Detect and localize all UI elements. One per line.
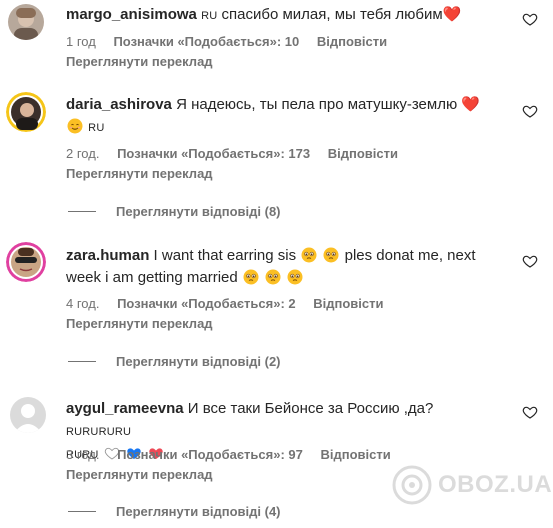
view-replies-label: Переглянути відповіді (8) (116, 204, 281, 219)
comment-meta: 3 год. Позначки «Подобається»: 97 Відпов… (66, 447, 405, 462)
watermark: OBOZ.UA (392, 465, 552, 505)
comment-meta: 4 год. Позначки «Подобається»: 2 Відпові… (66, 296, 398, 311)
timestamp: 1 год (66, 34, 96, 49)
oboz-logo-icon (392, 465, 432, 505)
language-tag: RU (88, 122, 105, 134)
crying-face-emoji (323, 247, 339, 263)
view-replies-button[interactable]: Переглянути відповіді (8) (68, 204, 281, 219)
replies-divider (68, 511, 96, 512)
see-translation-link[interactable]: Переглянути переклад (66, 316, 213, 331)
likes-count[interactable]: Позначки «Подобається»: 10 (113, 34, 299, 49)
comment-message: спасибо милая, мы тебя любим (221, 6, 443, 23)
language-tag: RU (201, 10, 218, 22)
see-translation-link[interactable]: Переглянути переклад (66, 54, 213, 69)
replies-divider (68, 211, 96, 212)
comment-message-line2: week i am getting married (66, 269, 238, 286)
crying-face-emoji (287, 269, 303, 285)
replies-divider (68, 361, 96, 362)
crying-face-emoji (265, 269, 281, 285)
view-replies-label: Переглянути відповіді (4) (116, 504, 281, 519)
view-replies-button[interactable]: Переглянути відповіді (4) (68, 504, 281, 519)
see-translation-link[interactable]: Переглянути переклад (66, 467, 213, 482)
view-replies-label: Переглянути відповіді (2) (116, 354, 281, 369)
reply-button[interactable]: Відповісти (317, 34, 387, 49)
comment-message: I want that earring sis (153, 247, 297, 264)
comment-message: Я надеюсь, ты пела про матушку-землю (176, 96, 458, 113)
username[interactable]: margo_anisimowa (66, 6, 197, 23)
language-tag: RURURURU (66, 426, 132, 438)
comment-message: И все таки Бейонсе за Россию ,да? (187, 400, 434, 417)
username[interactable]: zara.human (66, 247, 149, 264)
smiling-face-emoji (67, 118, 83, 134)
reply-button[interactable]: Відповісти (320, 447, 390, 462)
username[interactable]: daria_ashirova (66, 96, 172, 113)
comment-meta: 2 год. Позначки «Подобається»: 173 Відпо… (66, 146, 412, 161)
likes-count[interactable]: Позначки «Подобається»: 2 (117, 296, 296, 311)
reply-button[interactable]: Відповісти (313, 296, 383, 311)
reply-button[interactable]: Відповісти (328, 146, 398, 161)
username[interactable]: aygul_rameevna (66, 400, 184, 417)
timestamp: 4 год. (66, 296, 100, 311)
timestamp: 3 год. (66, 447, 100, 462)
comment-text: zara.human I want that earring sis ples … (66, 245, 496, 289)
heart-outline-icon[interactable] (522, 404, 538, 420)
heart-outline-icon[interactable] (522, 11, 538, 27)
comment-message-cont: ples donat me, next (344, 247, 476, 264)
comment-text: daria_ashirova Я надеюсь, ты пела про ма… (66, 94, 496, 139)
likes-count[interactable]: Позначки «Подобається»: 97 (117, 447, 303, 462)
watermark-text: OBOZ.UA (438, 471, 553, 498)
comment-text: margo_anisimowa RU спасибо милая, мы теб… (66, 4, 496, 27)
crying-face-emoji (301, 247, 317, 263)
red-heart-emoji: ❤️ (442, 6, 462, 23)
red-heart-emoji: ❤️ (461, 96, 481, 113)
see-translation-link[interactable]: Переглянути переклад (66, 166, 213, 181)
avatar-margo[interactable] (8, 4, 44, 40)
avatar-daria[interactable] (6, 92, 46, 132)
heart-outline-icon[interactable] (522, 253, 538, 269)
heart-outline-icon[interactable] (522, 103, 538, 119)
timestamp: 2 год. (66, 146, 100, 161)
avatar-aygul-default[interactable] (10, 397, 46, 433)
likes-count[interactable]: Позначки «Подобається»: 173 (117, 146, 310, 161)
crying-face-emoji (243, 269, 259, 285)
avatar-zara[interactable] (6, 242, 46, 282)
comment-meta: 1 год Позначки «Подобається»: 10 Відпові… (66, 34, 401, 49)
view-replies-button[interactable]: Переглянути відповіді (2) (68, 354, 281, 369)
